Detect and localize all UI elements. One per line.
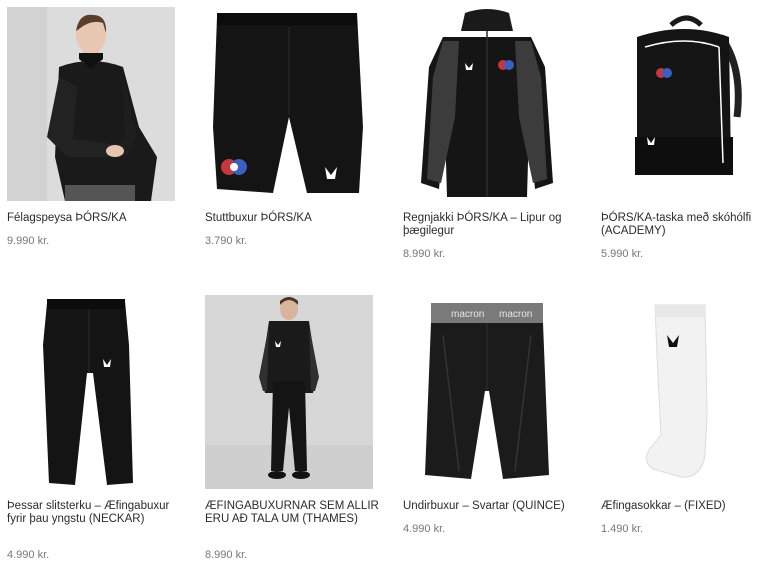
product-price: 8.990 kr. <box>403 248 446 260</box>
product-name[interactable]: ÞÓRS/KA-taska með skóhólfi (ACADEMY) <box>601 212 768 238</box>
product-price: 8.990 kr. <box>205 549 248 561</box>
product-name[interactable]: Regnjakki ÞÓRS/KA – Lipur og þægilegur <box>403 212 583 238</box>
product-name[interactable]: ÆFINGABUXURNAR SEM ALLIR ERU AÐ TALA UM … <box>205 500 385 526</box>
product-image-training-pants[interactable] <box>7 295 175 489</box>
product-image-rain-jacket[interactable] <box>403 7 571 201</box>
product-price: 4.990 kr. <box>7 549 50 561</box>
product-grid: Félagspeysa ÞÓRS/KA 9.990 kr. Stuttbuxur… <box>0 0 768 568</box>
product-price: 9.990 kr. <box>7 235 50 247</box>
product-name[interactable]: Félagspeysa ÞÓRS/KA <box>7 212 187 225</box>
product-image-sweater[interactable] <box>7 7 175 201</box>
product-name[interactable]: Æfingasokkar – (FIXED) <box>601 500 768 513</box>
waistband-brand-repeat: macron <box>499 309 532 320</box>
product-price: 1.490 kr. <box>601 523 644 535</box>
product-price: 3.790 kr. <box>205 235 248 247</box>
product-name[interactable]: Undirbuxur – Svartar (QUINCE) <box>403 500 583 513</box>
product-price: 5.990 kr. <box>601 248 644 260</box>
product-image-backpack[interactable] <box>601 7 768 201</box>
waistband-brand: macron <box>451 309 484 320</box>
product-image-sock[interactable] <box>601 295 768 489</box>
product-name[interactable]: Stuttbuxur ÞÓRS/KA <box>205 212 385 225</box>
product-image-shorts[interactable] <box>205 7 373 201</box>
product-image-tracksuit[interactable] <box>205 295 373 489</box>
product-price: 4.990 kr. <box>403 523 446 535</box>
product-image-compression-shorts[interactable]: macron macron <box>403 295 571 489</box>
product-name[interactable]: Þessar slitsterku – Æfingabuxur fyrir þa… <box>7 500 187 526</box>
